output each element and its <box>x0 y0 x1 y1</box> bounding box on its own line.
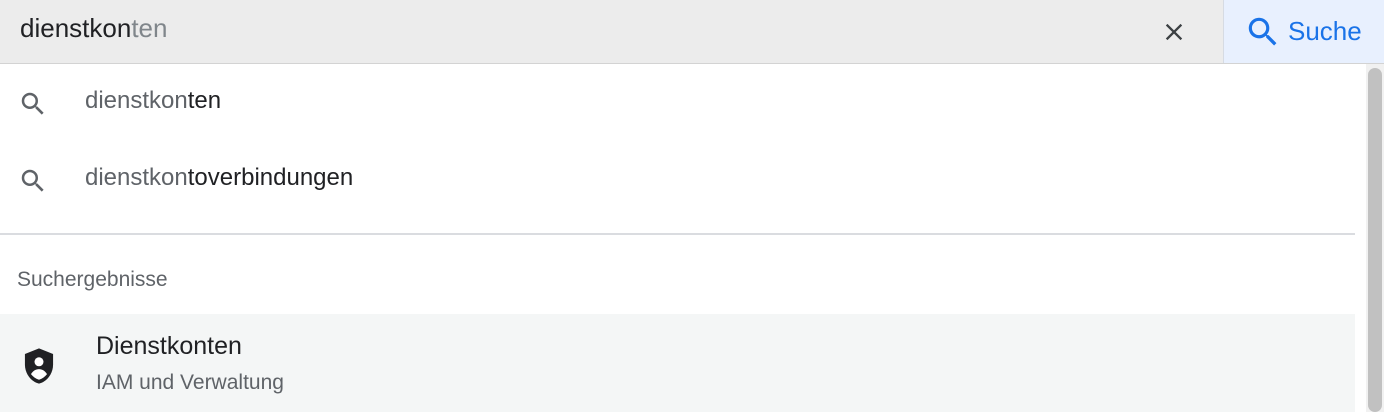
suggestion-typed: dienstkon <box>85 164 188 191</box>
suggestion-item[interactable]: dienstkonten <box>0 64 1355 128</box>
search-icon <box>21 92 44 115</box>
search-icon <box>1248 17 1277 45</box>
search-input[interactable]: dienstkonten <box>20 11 167 45</box>
search-query-typed: dienstkon <box>20 13 132 43</box>
section-divider <box>0 233 1355 235</box>
search-icon <box>21 169 44 192</box>
search-bar: dienstkonten Suche <box>0 0 1384 64</box>
clear-search-button[interactable] <box>1152 10 1196 54</box>
search-suggestions-dropdown: dienstkonten dienstkontoverbindungen Suc… <box>0 64 1366 412</box>
suggestion-text: dienstkontoverbindungen <box>85 161 353 195</box>
search-result-item[interactable]: Dienstkonten IAM und Verwaltung <box>0 314 1355 412</box>
result-subtitle: IAM und Verwaltung <box>96 371 284 394</box>
results-section-heading: Suchergebnisse <box>17 268 168 291</box>
suggestion-item[interactable]: dienstkontoverbindungen <box>0 141 1355 205</box>
close-icon <box>1165 23 1183 41</box>
suggestion-text: dienstkonten <box>85 84 221 118</box>
suggestion-completion: ten <box>187 87 222 114</box>
result-title: Dienstkonten <box>96 332 242 360</box>
search-button[interactable]: Suche <box>1223 0 1384 63</box>
search-query-completion: ten <box>131 13 168 43</box>
search-button-label: Suche <box>1288 16 1362 46</box>
suggestion-completion: toverbindungen <box>187 164 354 191</box>
search-page: dienstkonten Suche dienstkonten dienstko… <box>0 0 1384 412</box>
scrollbar-thumb[interactable] <box>1368 68 1382 412</box>
shield-person-icon <box>24 348 54 384</box>
suggestion-typed: dienstkon <box>85 87 188 114</box>
